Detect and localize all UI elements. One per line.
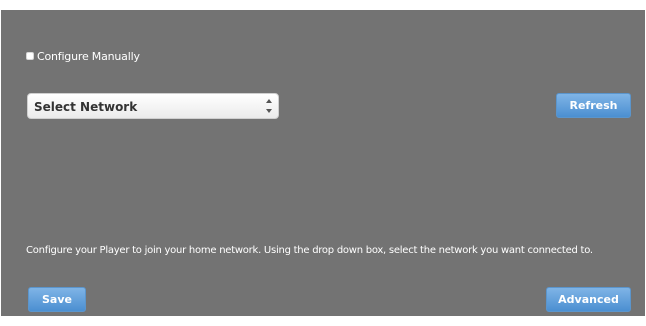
configure-manually-label[interactable]: Configure Manually — [37, 50, 140, 63]
advanced-button[interactable]: Advanced — [546, 287, 631, 312]
network-settings-panel: Configure Manually Select Network Refres… — [1, 10, 645, 316]
save-button[interactable]: Save — [28, 287, 86, 312]
network-select-value: Select Network — [34, 100, 138, 114]
network-select[interactable]: Select Network — [27, 93, 279, 119]
select-arrows-icon — [266, 99, 272, 113]
configure-manually-row[interactable]: Configure Manually — [26, 49, 140, 63]
help-text: Configure your Player to join your home … — [26, 245, 593, 256]
configure-manually-checkbox[interactable] — [26, 52, 34, 60]
refresh-button[interactable]: Refresh — [556, 93, 631, 118]
